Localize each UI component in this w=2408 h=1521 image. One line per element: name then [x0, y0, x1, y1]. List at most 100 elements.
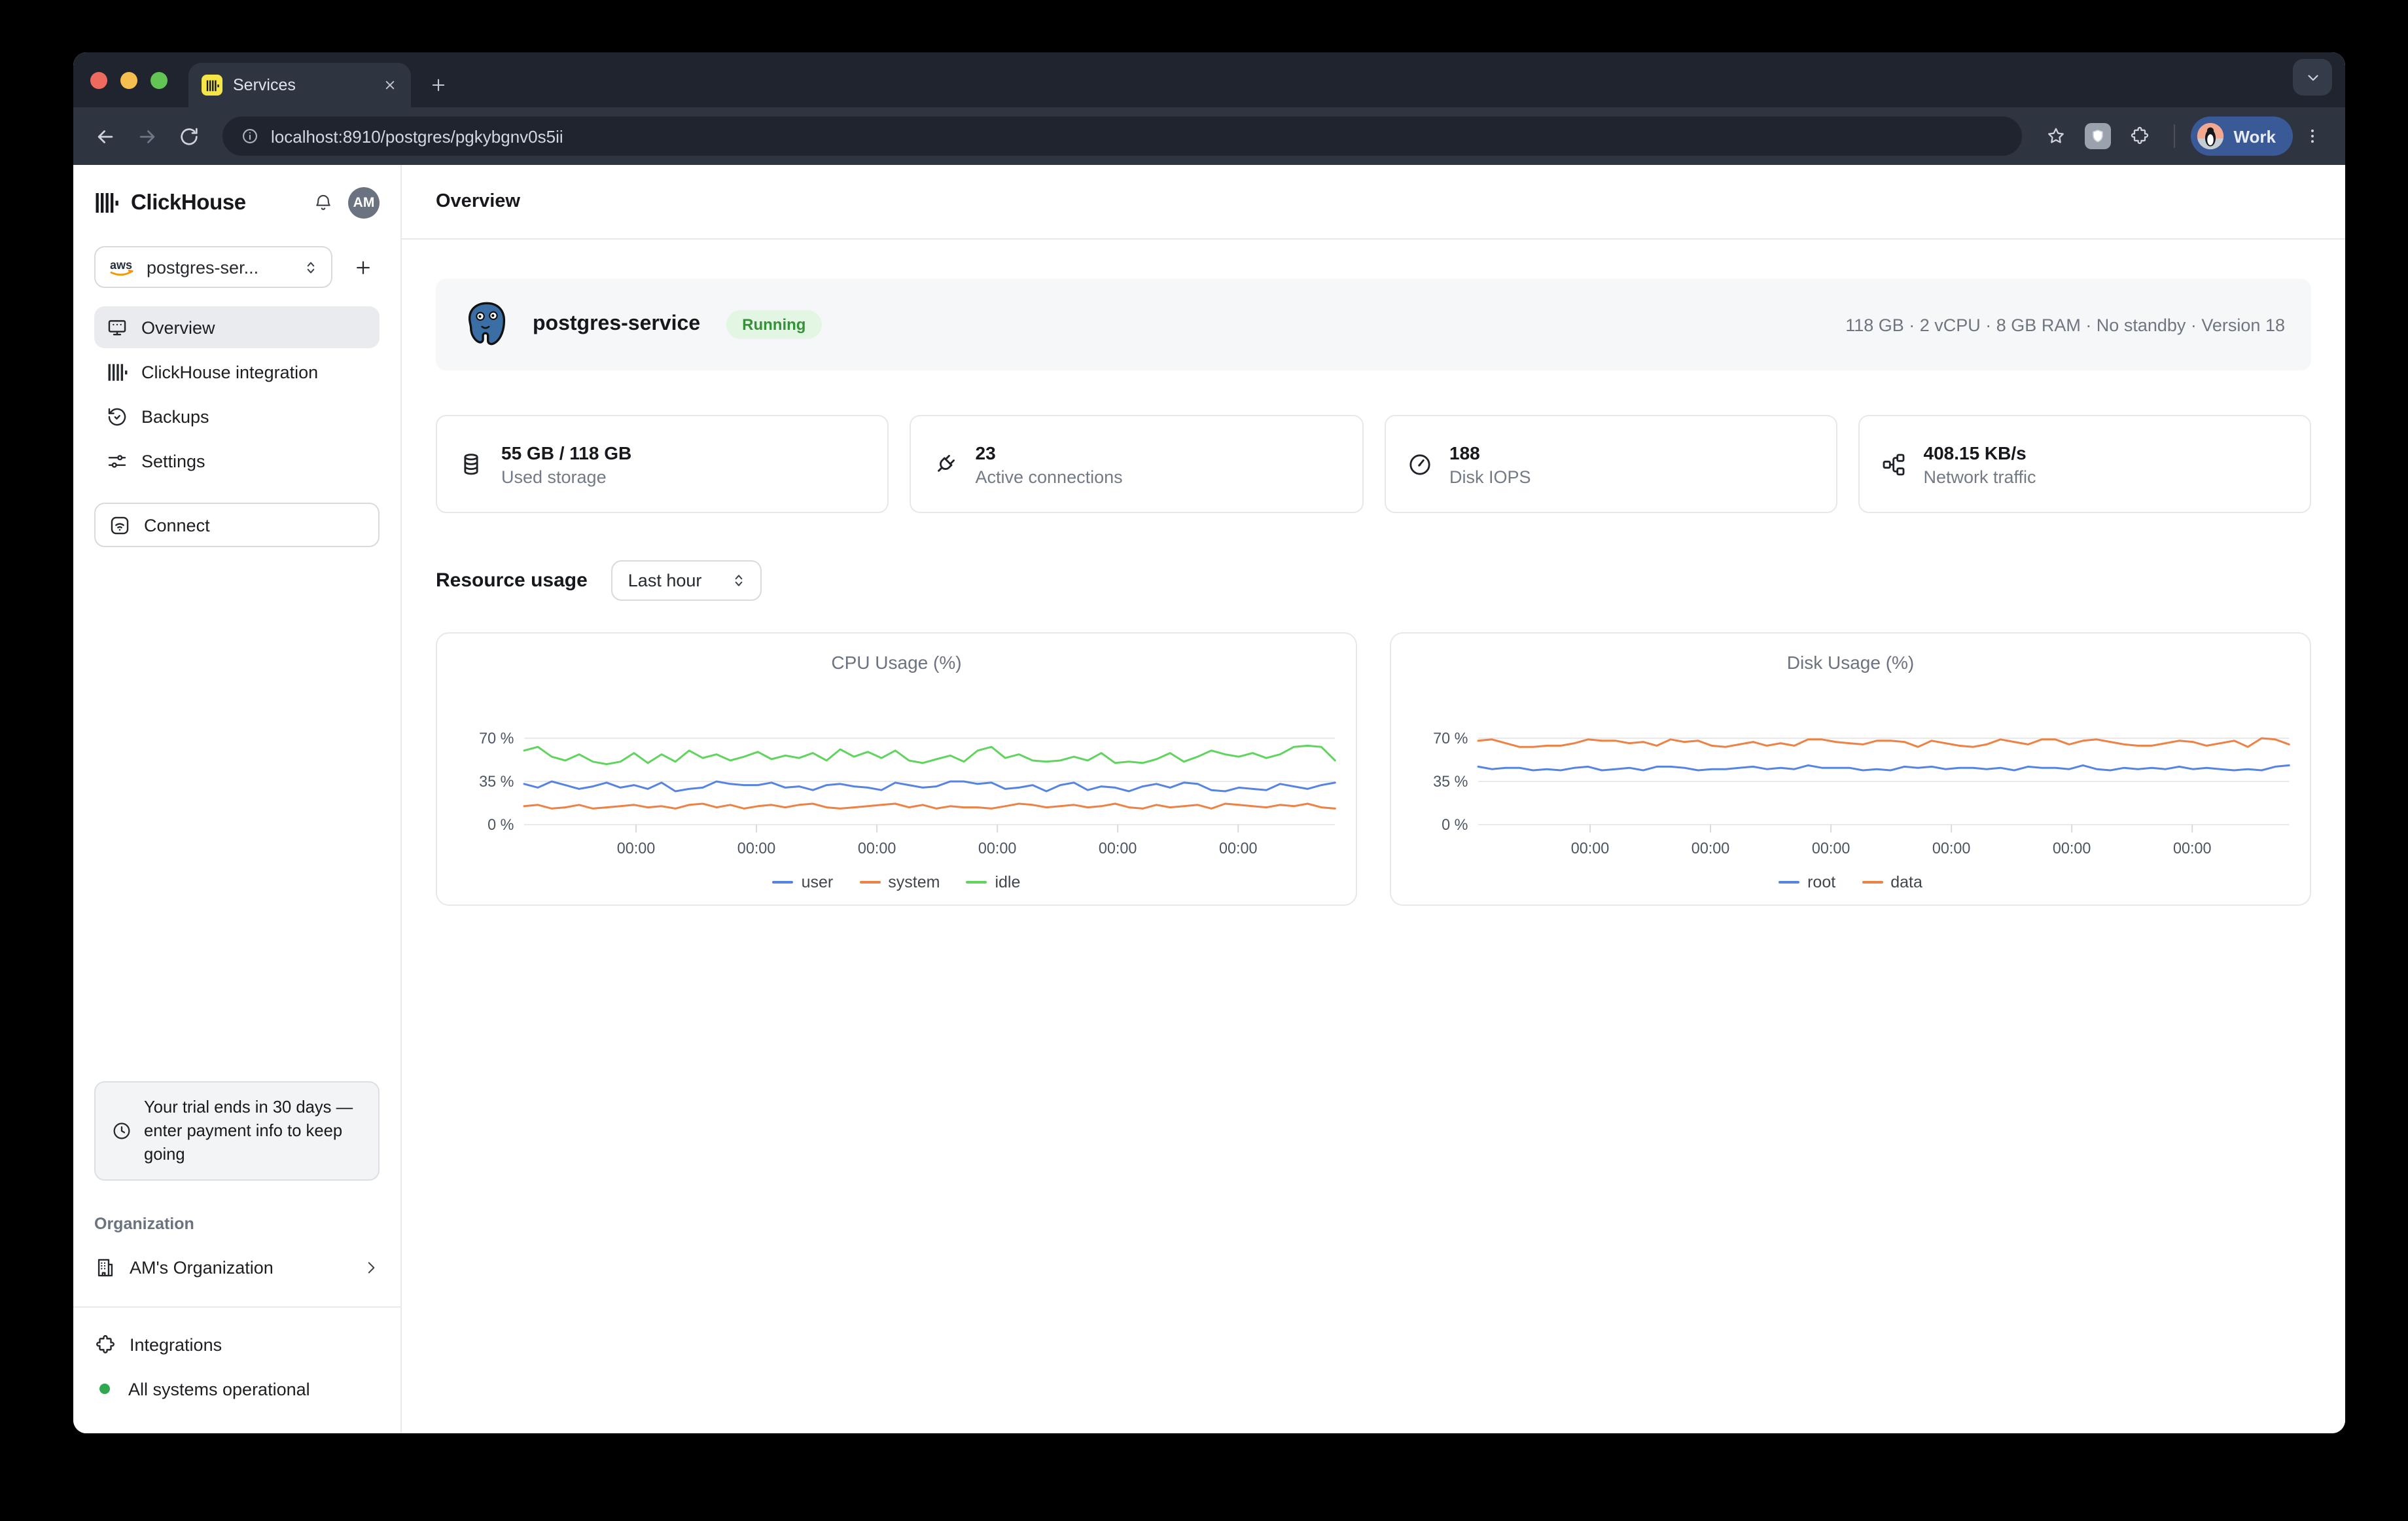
svg-text:00:00: 00:00 [2173, 840, 2212, 857]
sidebar-divider [73, 1306, 400, 1308]
svg-text:00:00: 00:00 [737, 840, 776, 857]
connect-button[interactable]: Connect [94, 503, 380, 547]
forward-button[interactable] [128, 118, 165, 154]
user-avatar[interactable]: AM [348, 187, 380, 219]
stat-card: 23Active connections [910, 415, 1364, 513]
building-icon [94, 1256, 116, 1278]
site-info-icon[interactable] [241, 127, 259, 145]
disk-usage-chart: Disk Usage (%)70 %35 %0 %00:0000:0000:00… [1390, 632, 2311, 906]
clickhouse-icon [106, 361, 128, 383]
svg-text:00:00: 00:00 [1812, 840, 1850, 857]
selected-service-name: postgres-ser... [147, 257, 292, 277]
integrations-label: Integrations [130, 1334, 222, 1354]
url-bar[interactable]: localhost:8910/postgres/pgkybgnv0s5ii [222, 116, 2021, 156]
service-selector[interactable]: aws postgres-ser... [94, 246, 332, 288]
service-summary: 118 GB · 2 vCPU · 8 GB RAM · No standby … [1845, 315, 2285, 334]
legend-dash-icon [773, 881, 794, 884]
system-status-row[interactable]: All systems operational [94, 1370, 380, 1407]
svg-text:35 %: 35 % [1433, 774, 1468, 791]
time-range-select[interactable]: Last hour [611, 560, 762, 601]
browser-tab[interactable]: Services [188, 63, 411, 107]
database-icon [458, 451, 484, 477]
network-icon [1881, 451, 1907, 477]
legend-dash-icon [1779, 881, 1799, 884]
stat-card: 188Disk IOPS [1384, 415, 1837, 513]
page-title: Overview [436, 191, 520, 212]
svg-text:00:00: 00:00 [617, 840, 656, 857]
disk-usage-plot: 70 %35 %0 %00:0000:0000:0000:0000:0000:0… [1404, 678, 2297, 868]
legend-label: data [1890, 873, 1922, 891]
svg-text:35 %: 35 % [479, 774, 514, 791]
status-dot [99, 1384, 110, 1394]
legend-item-root: root [1779, 873, 1835, 891]
extensions-puzzle-icon[interactable] [2121, 118, 2157, 154]
zoom-window-button[interactable] [150, 71, 168, 88]
svg-text:00:00: 00:00 [2053, 840, 2091, 857]
chart-legend: user system idle [450, 873, 1343, 891]
postgresql-logo-icon [462, 300, 512, 349]
svg-text:00:00: 00:00 [858, 840, 896, 857]
svg-text:00:00: 00:00 [1219, 840, 1258, 857]
sidebar-item-backups[interactable]: Backups [94, 395, 380, 437]
chevron-updown-icon [302, 259, 319, 276]
new-tab-button[interactable] [421, 68, 455, 102]
overview-icon [106, 316, 128, 338]
legend-item-user: user [773, 873, 834, 891]
status-badge: Running [726, 310, 821, 339]
cpu-usage-plot: 70 % 35 % 0 % 00:00 00:00 00:00 00:00 00:00 00:0… [450, 678, 1343, 868]
sidebar-item-overview[interactable]: Overview [94, 306, 380, 348]
browser-toolbar: localhost:8910/postgres/pgkybgnv0s5ii [73, 107, 2345, 165]
connect-wifi-icon [109, 514, 131, 536]
notifications-bell-icon[interactable] [309, 188, 338, 217]
add-service-button[interactable] [345, 250, 380, 284]
legend-label: user [802, 873, 834, 891]
integrations-row[interactable]: Integrations [94, 1326, 380, 1363]
close-window-button[interactable] [90, 71, 107, 88]
legend-item-idle: idle [966, 873, 1020, 891]
cpu-usage-chart: CPU Usage (%)70 %35 %0 %00:0000:0000:000… [436, 632, 1357, 906]
shield-extension-icon[interactable] [2079, 118, 2116, 154]
clickhouse-logo-icon [94, 190, 120, 216]
browser-menu-icon[interactable] [2298, 118, 2327, 154]
aws-logo-icon: aws [107, 257, 136, 277]
stat-value: 408.15 KB/s [1924, 442, 2036, 463]
profile-avatar [2195, 122, 2224, 151]
sidebar-item-clickhouse-integration[interactable]: ClickHouse integration [94, 351, 380, 393]
screen: Services [0, 0, 2408, 1521]
plug-icon [932, 451, 959, 477]
svg-text:00:00: 00:00 [1099, 840, 1137, 857]
legend-item-data: data [1862, 873, 1922, 891]
svg-text:00:00: 00:00 [1571, 840, 1610, 857]
svg-text:70 %: 70 % [479, 730, 514, 747]
trial-notice: Your trial ends in 30 days — enter payme… [94, 1081, 380, 1181]
reload-button[interactable] [170, 118, 207, 154]
sidebar: ClickHouse AM aws postgres-ser... [73, 165, 402, 1433]
stat-card: 55 GB / 118 GBUsed storage [436, 415, 889, 513]
stat-value: 188 [1449, 442, 1531, 463]
svg-text:00:00: 00:00 [1691, 840, 1730, 857]
window-controls [90, 52, 168, 107]
svg-text:0 %: 0 % [487, 817, 514, 834]
profile-chip[interactable]: Work [2190, 116, 2293, 156]
svg-text:00:00: 00:00 [978, 840, 1017, 857]
sidebar-item-label: ClickHouse integration [141, 362, 318, 382]
stat-card: 408.15 KB/sNetwork traffic [1858, 415, 2312, 513]
back-button[interactable] [86, 118, 123, 154]
clock-icon [111, 1120, 132, 1141]
minimize-window-button[interactable] [120, 71, 137, 88]
chevron-updown-icon [730, 572, 747, 589]
resource-usage-heading: Resource usage [436, 569, 588, 592]
tab-search-button[interactable] [2293, 59, 2332, 96]
brand-name: ClickHouse [131, 190, 298, 215]
organization-row[interactable]: AM's Organization [94, 1249, 380, 1285]
time-range-value: Last hour [628, 571, 702, 590]
organization-name: AM's Organization [130, 1257, 274, 1277]
sidebar-item-settings[interactable]: Settings [94, 440, 380, 482]
bookmark-star-icon[interactable] [2037, 118, 2074, 154]
tab-close-icon[interactable] [380, 75, 400, 96]
legend-label: system [888, 873, 940, 891]
url-text: localhost:8910/postgres/pgkybgnv0s5ii [271, 126, 563, 146]
gauge-icon [1406, 451, 1432, 477]
settings-icon [106, 450, 128, 472]
svg-text:0 %: 0 % [1442, 817, 1468, 834]
